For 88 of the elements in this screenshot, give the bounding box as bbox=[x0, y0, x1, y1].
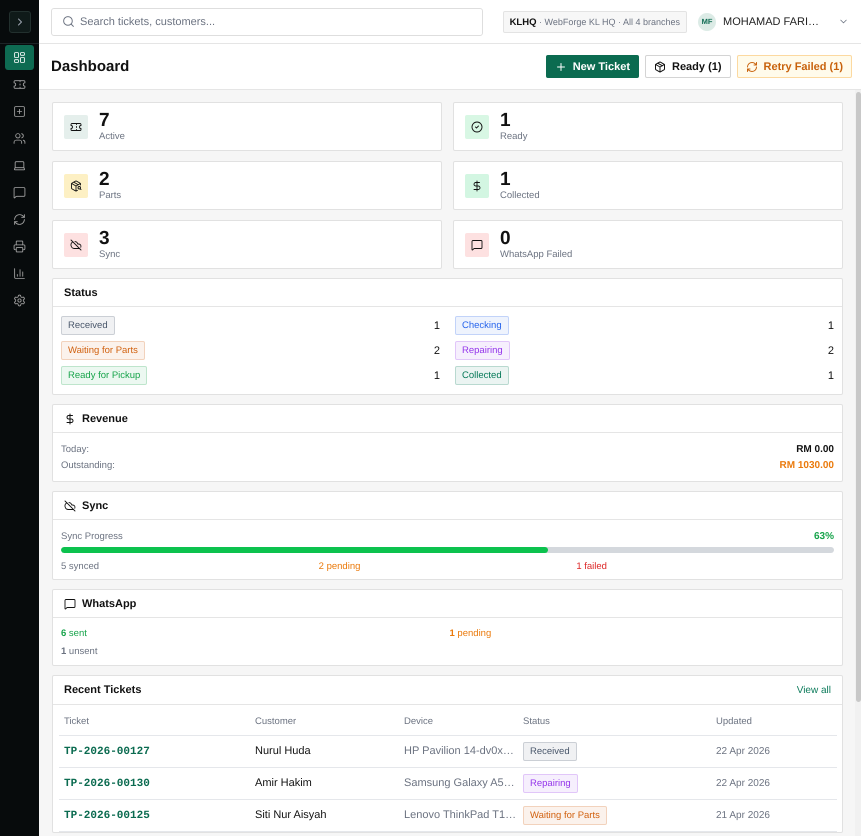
message-count: 1 unsent bbox=[61, 646, 98, 656]
table-cell: Siti Nur Aisyah bbox=[250, 799, 399, 831]
sidebar-item[interactable] bbox=[5, 45, 34, 70]
refresh-icon bbox=[13, 213, 26, 226]
status-badge: Received bbox=[523, 742, 577, 760]
card-title: WhatsApp bbox=[82, 598, 136, 610]
card-title: Status bbox=[64, 286, 98, 298]
status-count: 2 bbox=[828, 344, 834, 356]
stat-label: Ready bbox=[500, 130, 528, 142]
message-count: 1 pending bbox=[450, 628, 492, 638]
column-header: Updated bbox=[711, 708, 837, 735]
revenue-value: RM 1030.00 bbox=[780, 460, 834, 470]
cloud-off-icon bbox=[64, 500, 76, 512]
sidebar-toggle-button[interactable] bbox=[8, 10, 30, 32]
ticket-link[interactable]: TP-2026-00130 bbox=[64, 778, 150, 790]
status-badge: Received bbox=[61, 316, 115, 335]
sync-count: 1 failed bbox=[576, 560, 607, 572]
action-button[interactable]: New Ticket bbox=[546, 55, 639, 78]
status-count: 1 bbox=[434, 320, 440, 332]
search-icon bbox=[62, 14, 75, 28]
stat-label: Active bbox=[99, 130, 125, 142]
table-cell: 22 Apr 2026 bbox=[711, 767, 837, 799]
stat-label: WhatsApp Failed bbox=[500, 248, 572, 260]
sync-count: 2 pending bbox=[318, 560, 360, 572]
status-badge: Checking bbox=[455, 316, 509, 335]
table-cell: 22 Apr 2026 bbox=[711, 735, 837, 767]
stat-label: Collected bbox=[500, 190, 540, 202]
column-header: Status bbox=[518, 708, 711, 735]
progress-label: Sync Progress bbox=[61, 530, 123, 542]
stat-value: 0 bbox=[500, 228, 512, 248]
table-cell: Lenovo ThinkPad T1… bbox=[399, 799, 518, 831]
table-cell: HP Pavilion 14-dv0x… bbox=[399, 735, 518, 767]
status-badge: Collected bbox=[455, 366, 509, 385]
revenue-label: Today: bbox=[61, 444, 89, 454]
action-button[interactable]: Ready (1) bbox=[645, 55, 731, 78]
bar-chart-icon bbox=[13, 267, 26, 280]
stat-value: 2 bbox=[99, 170, 111, 190]
refresh-icon bbox=[746, 60, 758, 72]
ticket-link[interactable]: TP-2026-00127 bbox=[64, 746, 150, 758]
status-badge: Repairing bbox=[455, 341, 510, 360]
dollar-icon bbox=[64, 412, 76, 424]
stat-value: 1 bbox=[500, 170, 512, 190]
status-count: 1 bbox=[434, 370, 440, 382]
stat-value: 7 bbox=[99, 110, 111, 130]
laptop-icon bbox=[13, 159, 26, 172]
card-title: Sync bbox=[82, 500, 108, 512]
chat-bubble-icon bbox=[13, 186, 26, 199]
plus-square-icon bbox=[13, 105, 26, 118]
status-count: 1 bbox=[828, 320, 834, 332]
scrollbar[interactable] bbox=[855, 90, 861, 836]
table-cell: Samsung Galaxy A5… bbox=[399, 767, 518, 799]
status-count: 1 bbox=[828, 370, 834, 382]
status-badge: Repairing bbox=[523, 774, 578, 792]
status-badge: Waiting for Parts bbox=[61, 341, 145, 360]
settings-icon bbox=[13, 294, 26, 307]
progress-percent: 63% bbox=[814, 530, 834, 542]
grid-icon bbox=[13, 51, 26, 64]
revenue-label: Outstanding: bbox=[61, 460, 115, 470]
package-icon bbox=[654, 60, 666, 72]
column-header: Ticket bbox=[59, 708, 250, 735]
stat-value: 3 bbox=[99, 228, 111, 248]
stat-label: Sync bbox=[99, 248, 120, 260]
column-header: Device bbox=[399, 708, 518, 735]
branch-selector[interactable]: KLHQ · WebForge KL HQ · All 4 branches bbox=[502, 10, 688, 32]
printer-icon bbox=[13, 240, 26, 253]
status-badge: Waiting for Parts bbox=[523, 806, 607, 824]
status-count: 2 bbox=[434, 344, 440, 356]
table-cell: Amir Hakim bbox=[250, 767, 399, 799]
action-button[interactable]: Retry Failed (1) bbox=[736, 55, 852, 78]
page-title: Dashboard bbox=[51, 58, 130, 75]
view-all-link[interactable]: View all bbox=[796, 684, 831, 696]
stat-label: Parts bbox=[99, 190, 122, 202]
card-title: Revenue bbox=[82, 412, 128, 424]
card-title: Recent Tickets bbox=[64, 684, 142, 696]
table-cell: 21 Apr 2026 bbox=[711, 799, 837, 831]
chat-bubble-icon bbox=[64, 598, 76, 610]
users-icon bbox=[13, 132, 26, 145]
search-field[interactable]: Search tickets, customers... bbox=[51, 8, 483, 36]
column-header: Customer bbox=[250, 708, 399, 735]
plus-icon bbox=[554, 60, 567, 72]
revenue-value: RM 0.00 bbox=[796, 444, 834, 454]
table-cell: Nurul Huda bbox=[250, 735, 399, 767]
message-count: 6 sent bbox=[61, 628, 87, 638]
ticket-icon bbox=[13, 78, 26, 91]
ticket-link[interactable]: TP-2026-00125 bbox=[64, 810, 150, 822]
status-badge: Ready for Pickup bbox=[61, 366, 148, 385]
sync-count: 5 synced bbox=[61, 560, 100, 572]
stat-value: 1 bbox=[500, 110, 512, 130]
